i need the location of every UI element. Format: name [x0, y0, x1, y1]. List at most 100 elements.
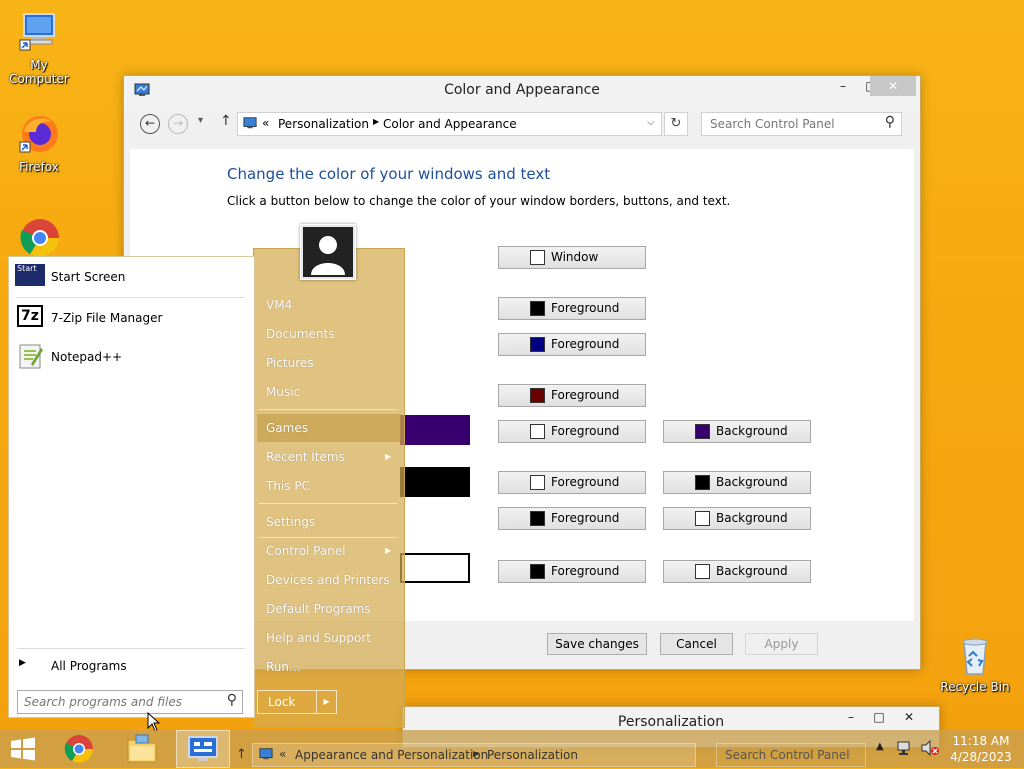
- start-item-control-panel[interactable]: Control Panel: [266, 544, 346, 558]
- address-bar[interactable]: « Appearance and Personalization ▶ Perso…: [252, 743, 696, 767]
- start-screen-item[interactable]: Start Start Screen: [13, 264, 245, 290]
- separator: [259, 537, 397, 538]
- taskbar: ↑ « Appearance and Personalization ▶ Per…: [0, 730, 1024, 768]
- start-item-documents[interactable]: Documents: [266, 327, 334, 341]
- breadcrumb-personalization[interactable]: Personalization: [278, 117, 369, 131]
- taskbar-chrome-button[interactable]: [62, 732, 102, 766]
- volume-muted-icon[interactable]: [920, 739, 940, 760]
- user-icon: [303, 227, 353, 277]
- desktop-icon-my-computer[interactable]: My Computer: [0, 10, 79, 86]
- desktop-icon-firefox[interactable]: Firefox: [0, 112, 79, 174]
- desktop-icon-chrome[interactable]: [0, 214, 79, 262]
- foreground-color-button[interactable]: Foreground: [498, 560, 646, 583]
- clock-date[interactable]: 4/28/2023: [950, 750, 1012, 764]
- computer-icon: [16, 10, 62, 56]
- clock-time[interactable]: 11:18 AM: [950, 734, 1012, 748]
- 7zip-item[interactable]: 7z 7-Zip File Manager: [13, 305, 245, 331]
- up-arrow-icon[interactable]: ↑: [236, 747, 247, 762]
- breadcrumb-color-appearance[interactable]: Color and Appearance: [383, 117, 517, 131]
- lock-options-arrow-icon[interactable]: ▶: [316, 691, 336, 713]
- start-item-default-programs[interactable]: Default Programs: [266, 602, 371, 616]
- start-screen-label: Start Screen: [51, 270, 126, 284]
- recycle-bin-icon: [952, 632, 998, 678]
- start-button[interactable]: [8, 736, 40, 762]
- start-item-vm4[interactable]: VM4: [266, 298, 292, 312]
- preview-swatch: [400, 553, 470, 583]
- control-panel-icon: [259, 747, 273, 764]
- start-item-music[interactable]: Music: [266, 385, 300, 399]
- foreground-color-button[interactable]: Foreground: [498, 471, 646, 494]
- separator: [259, 503, 397, 504]
- save-changes-button[interactable]: Save changes: [547, 633, 647, 655]
- minimize-button[interactable]: –: [837, 707, 865, 727]
- notepadpp-label: Notepad++: [51, 350, 123, 364]
- foreground-color-button[interactable]: Foreground: [498, 420, 646, 443]
- background-color-button[interactable]: Background: [663, 560, 811, 583]
- color-swatch: [530, 388, 545, 403]
- forward-button[interactable]: →: [168, 114, 188, 134]
- button-label: Background: [716, 475, 788, 489]
- breadcrumb-personalization[interactable]: Personalization: [487, 748, 578, 762]
- address-bar[interactable]: « Personalization ▶ Color and Appearance…: [237, 112, 662, 136]
- button-label: Foreground: [551, 301, 620, 315]
- start-item-devices-printers[interactable]: Devices and Printers: [266, 573, 390, 587]
- minimize-button[interactable]: –: [829, 76, 857, 96]
- color-swatch: [530, 511, 545, 526]
- notepadpp-item[interactable]: Notepad++: [13, 342, 245, 370]
- start-item-help-support[interactable]: Help and Support: [266, 631, 371, 645]
- cancel-button[interactable]: Cancel: [660, 633, 733, 655]
- taskbar-control-panel-button[interactable]: [176, 730, 230, 768]
- start-search-input[interactable]: Search programs and files ⚲: [17, 690, 243, 714]
- show-hidden-icons-chevron-icon[interactable]: ▲: [876, 741, 884, 752]
- start-item-games[interactable]: Games: [266, 421, 308, 435]
- color-swatch: [695, 564, 710, 579]
- up-arrow-icon[interactable]: ↑: [220, 113, 232, 129]
- user-avatar[interactable]: [300, 224, 356, 280]
- breadcrumb-appearance-personalization[interactable]: Appearance and Personalization: [295, 748, 488, 762]
- start-item-run[interactable]: Run...: [266, 660, 300, 674]
- apply-button[interactable]: Apply: [745, 633, 818, 655]
- close-button[interactable]: ✕: [870, 76, 916, 96]
- page-description: Click a button below to change the color…: [227, 194, 731, 208]
- address-dropdown-icon[interactable]: ⌵: [647, 117, 655, 128]
- recent-locations-chevron-icon[interactable]: ▾: [198, 115, 203, 126]
- close-button[interactable]: ✕: [895, 707, 923, 727]
- back-button[interactable]: ←: [140, 114, 160, 134]
- foreground-color-button[interactable]: Foreground: [498, 297, 646, 320]
- 7zip-icon: 7z: [17, 305, 43, 327]
- background-color-button[interactable]: Background: [663, 507, 811, 530]
- start-item-pictures[interactable]: Pictures: [266, 356, 314, 370]
- desktop-icon-recycle-bin[interactable]: Recycle Bin: [935, 632, 1015, 694]
- color-swatch: [530, 424, 545, 439]
- submenu-arrow-icon: ▶: [385, 546, 392, 555]
- color-swatch: [695, 424, 710, 439]
- start-screen-icon: Start: [15, 264, 45, 286]
- background-color-button[interactable]: Background: [663, 471, 811, 494]
- window-color-button[interactable]: Window: [498, 246, 646, 269]
- separator: [17, 648, 245, 649]
- color-swatch: [530, 564, 545, 579]
- window-title: Color and Appearance: [444, 82, 600, 98]
- foreground-color-button[interactable]: Foreground: [498, 384, 646, 407]
- start-item-settings[interactable]: Settings: [266, 515, 315, 529]
- search-input[interactable]: Search Control Panel: [716, 743, 866, 767]
- color-swatch: [530, 301, 545, 316]
- all-programs-item[interactable]: ▶ All Programs: [13, 655, 245, 677]
- background-color-button[interactable]: Background: [663, 420, 811, 443]
- button-label: Foreground: [551, 388, 620, 402]
- button-label: Foreground: [551, 475, 620, 489]
- lock-button[interactable]: Lock ▶: [257, 690, 337, 714]
- maximize-button[interactable]: □: [865, 707, 893, 727]
- chrome-icon: [16, 214, 62, 260]
- foreground-color-button[interactable]: Foreground: [498, 333, 646, 356]
- color-swatch: [695, 511, 710, 526]
- start-item-this-pc[interactable]: This PC: [266, 479, 310, 493]
- button-label: Foreground: [551, 564, 620, 578]
- taskbar-file-explorer-button[interactable]: [124, 732, 164, 766]
- network-icon[interactable]: [896, 739, 914, 760]
- start-item-recent-items[interactable]: Recent Items: [266, 450, 345, 464]
- button-label: Background: [716, 564, 788, 578]
- foreground-color-button[interactable]: Foreground: [498, 507, 646, 530]
- refresh-button[interactable]: ↻: [664, 112, 688, 136]
- search-input[interactable]: Search Control Panel ⚲: [701, 112, 902, 136]
